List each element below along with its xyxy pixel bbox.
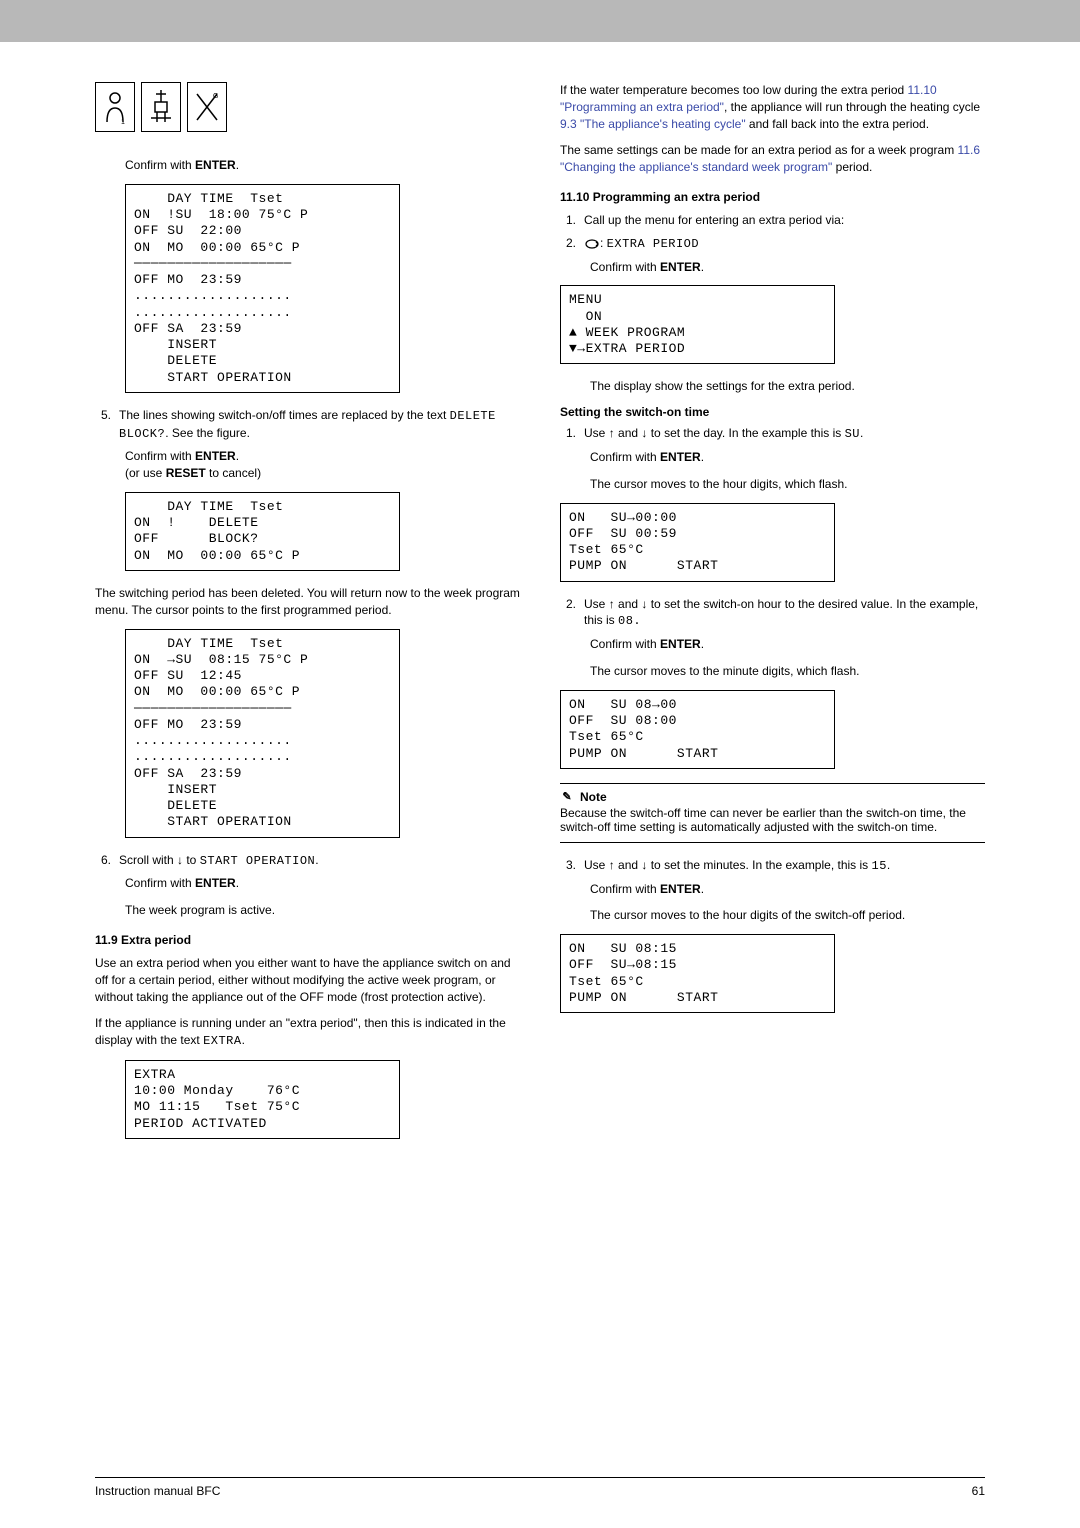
display-box-4: EXTRA 10:00 Monday 76°C MO 11:15 Tset 75… (125, 1060, 400, 1139)
cursor-min-text: The cursor moves to the minute digits, w… (560, 663, 985, 680)
step-number: 6. (95, 852, 119, 870)
link-9-3[interactable]: 9.3 "The appliance's heating cycle" (560, 117, 746, 131)
user-icon: 1 (95, 82, 135, 132)
r-confirm-4: Confirm with ENTER. (560, 881, 985, 898)
heading-11-10: 11.10 Programming an extra period (560, 190, 985, 204)
rotate-icon (584, 238, 600, 250)
note-block: ✎ Note Because the switch-off time can n… (560, 783, 985, 843)
setting-switch-on: Setting the switch-on time (560, 405, 985, 419)
heading-11-9: 11.9 Extra period (95, 933, 520, 947)
enter-label: ENTER (195, 158, 236, 172)
display-box-1: DAY TIME Tset ON !SU 18:00 75°C P OFF SU… (125, 184, 400, 393)
step-number: 1. (560, 425, 584, 443)
r-confirm-2: Confirm with ENTER. (560, 449, 985, 466)
step-text: : EXTRA PERIOD (584, 235, 985, 253)
r-p1: If the water temperature becomes too low… (560, 82, 985, 132)
left-column: 1 G Confirm with ENTER. DAY TIME Tset ON… (95, 82, 520, 1153)
after-delete-text: The switching period has been deleted. Y… (95, 585, 520, 619)
page-footer: Instruction manual BFC 61 (95, 1477, 985, 1498)
cursor-off-text: The cursor moves to the hour digits of t… (560, 907, 985, 924)
p-11-9-a: Use an extra period when you either want… (95, 955, 520, 1005)
week-active-text: The week program is active. (95, 902, 520, 919)
confirm-label: Confirm with (125, 158, 192, 172)
r-step-1: 1. Call up the menu for entering an extr… (560, 212, 985, 229)
step-number: 2. (560, 235, 584, 253)
r-p2: The same settings can be made for an ext… (560, 142, 985, 176)
step-number: 2. (560, 596, 584, 631)
confirm-text-1: Confirm with ENTER. (95, 157, 520, 174)
note-icon: ✎ (560, 790, 574, 804)
step-text: Use ↑ and ↓ to set the day. In the examp… (584, 425, 985, 443)
step-text: The lines showing switch-on/off times ar… (119, 407, 520, 443)
display-box-8: ON SU 08:15 OFF SU→08:15 Tset 65°C PUMP … (560, 934, 835, 1013)
step-5: 5. The lines showing switch-on/off times… (95, 407, 520, 443)
sw-step-1: 1. Use ↑ and ↓ to set the day. In the ex… (560, 425, 985, 443)
confirm-text-2: Confirm with ENTER. (or use RESET to can… (95, 448, 520, 482)
footer-left: Instruction manual BFC (95, 1484, 220, 1498)
confirm-text-3: Confirm with ENTER. (95, 875, 520, 892)
valve-icon (141, 82, 181, 132)
right-column: If the water temperature becomes too low… (560, 82, 985, 1153)
display-box-5: MENU ON ▲ WEEK PROGRAM ▼→EXTRA PERIOD (560, 285, 835, 364)
cross-icon: G (187, 82, 227, 132)
disp-show-text: The display show the settings for the ex… (560, 378, 985, 395)
step-number: 1. (560, 212, 584, 229)
note-body: Because the switch-off time can never be… (560, 806, 985, 834)
r-step-2: 2. : EXTRA PERIOD (560, 235, 985, 253)
note-head: ✎ Note (560, 790, 985, 804)
step-6: 6. Scroll with ↓ to START OPERATION. (95, 852, 520, 870)
svg-text:G: G (213, 93, 218, 100)
step-text: Call up the menu for entering an extra p… (584, 212, 985, 229)
display-box-2: DAY TIME Tset ON ! DELETE OFF BLOCK? ON … (125, 492, 400, 571)
display-box-7: ON SU 08→00 OFF SU 08:00 Tset 65°C PUMP … (560, 690, 835, 769)
r-confirm-1: Confirm with ENTER. (560, 259, 985, 276)
sw-step-2: 2. Use ↑ and ↓ to set the switch-on hour… (560, 596, 985, 631)
footer-page-number: 61 (972, 1484, 985, 1498)
icon-row: 1 G (95, 82, 520, 132)
svg-text:1: 1 (121, 119, 125, 126)
step-number: 3. (560, 857, 584, 875)
step-text: Use ↑ and ↓ to set the minutes. In the e… (584, 857, 985, 875)
step-text: Scroll with ↓ to START OPERATION. (119, 852, 520, 870)
display-box-6: ON SU→00:00 OFF SU 00:59 Tset 65°C PUMP … (560, 503, 835, 582)
content-columns: 1 G Confirm with ENTER. DAY TIME Tset ON… (0, 42, 1080, 1183)
r-confirm-3: Confirm with ENTER. (560, 636, 985, 653)
step-text: Use ↑ and ↓ to set the switch-on hour to… (584, 596, 985, 631)
display-box-3: DAY TIME Tset ON →SU 08:15 75°C P OFF SU… (125, 629, 400, 838)
note-label: Note (580, 790, 607, 804)
header-bar (0, 0, 1080, 42)
sw-step-3: 3. Use ↑ and ↓ to set the minutes. In th… (560, 857, 985, 875)
step-number: 5. (95, 407, 119, 443)
p-11-9-b: If the appliance is running under an "ex… (95, 1015, 520, 1050)
cursor-hour-text: The cursor moves to the hour digits, whi… (560, 476, 985, 493)
